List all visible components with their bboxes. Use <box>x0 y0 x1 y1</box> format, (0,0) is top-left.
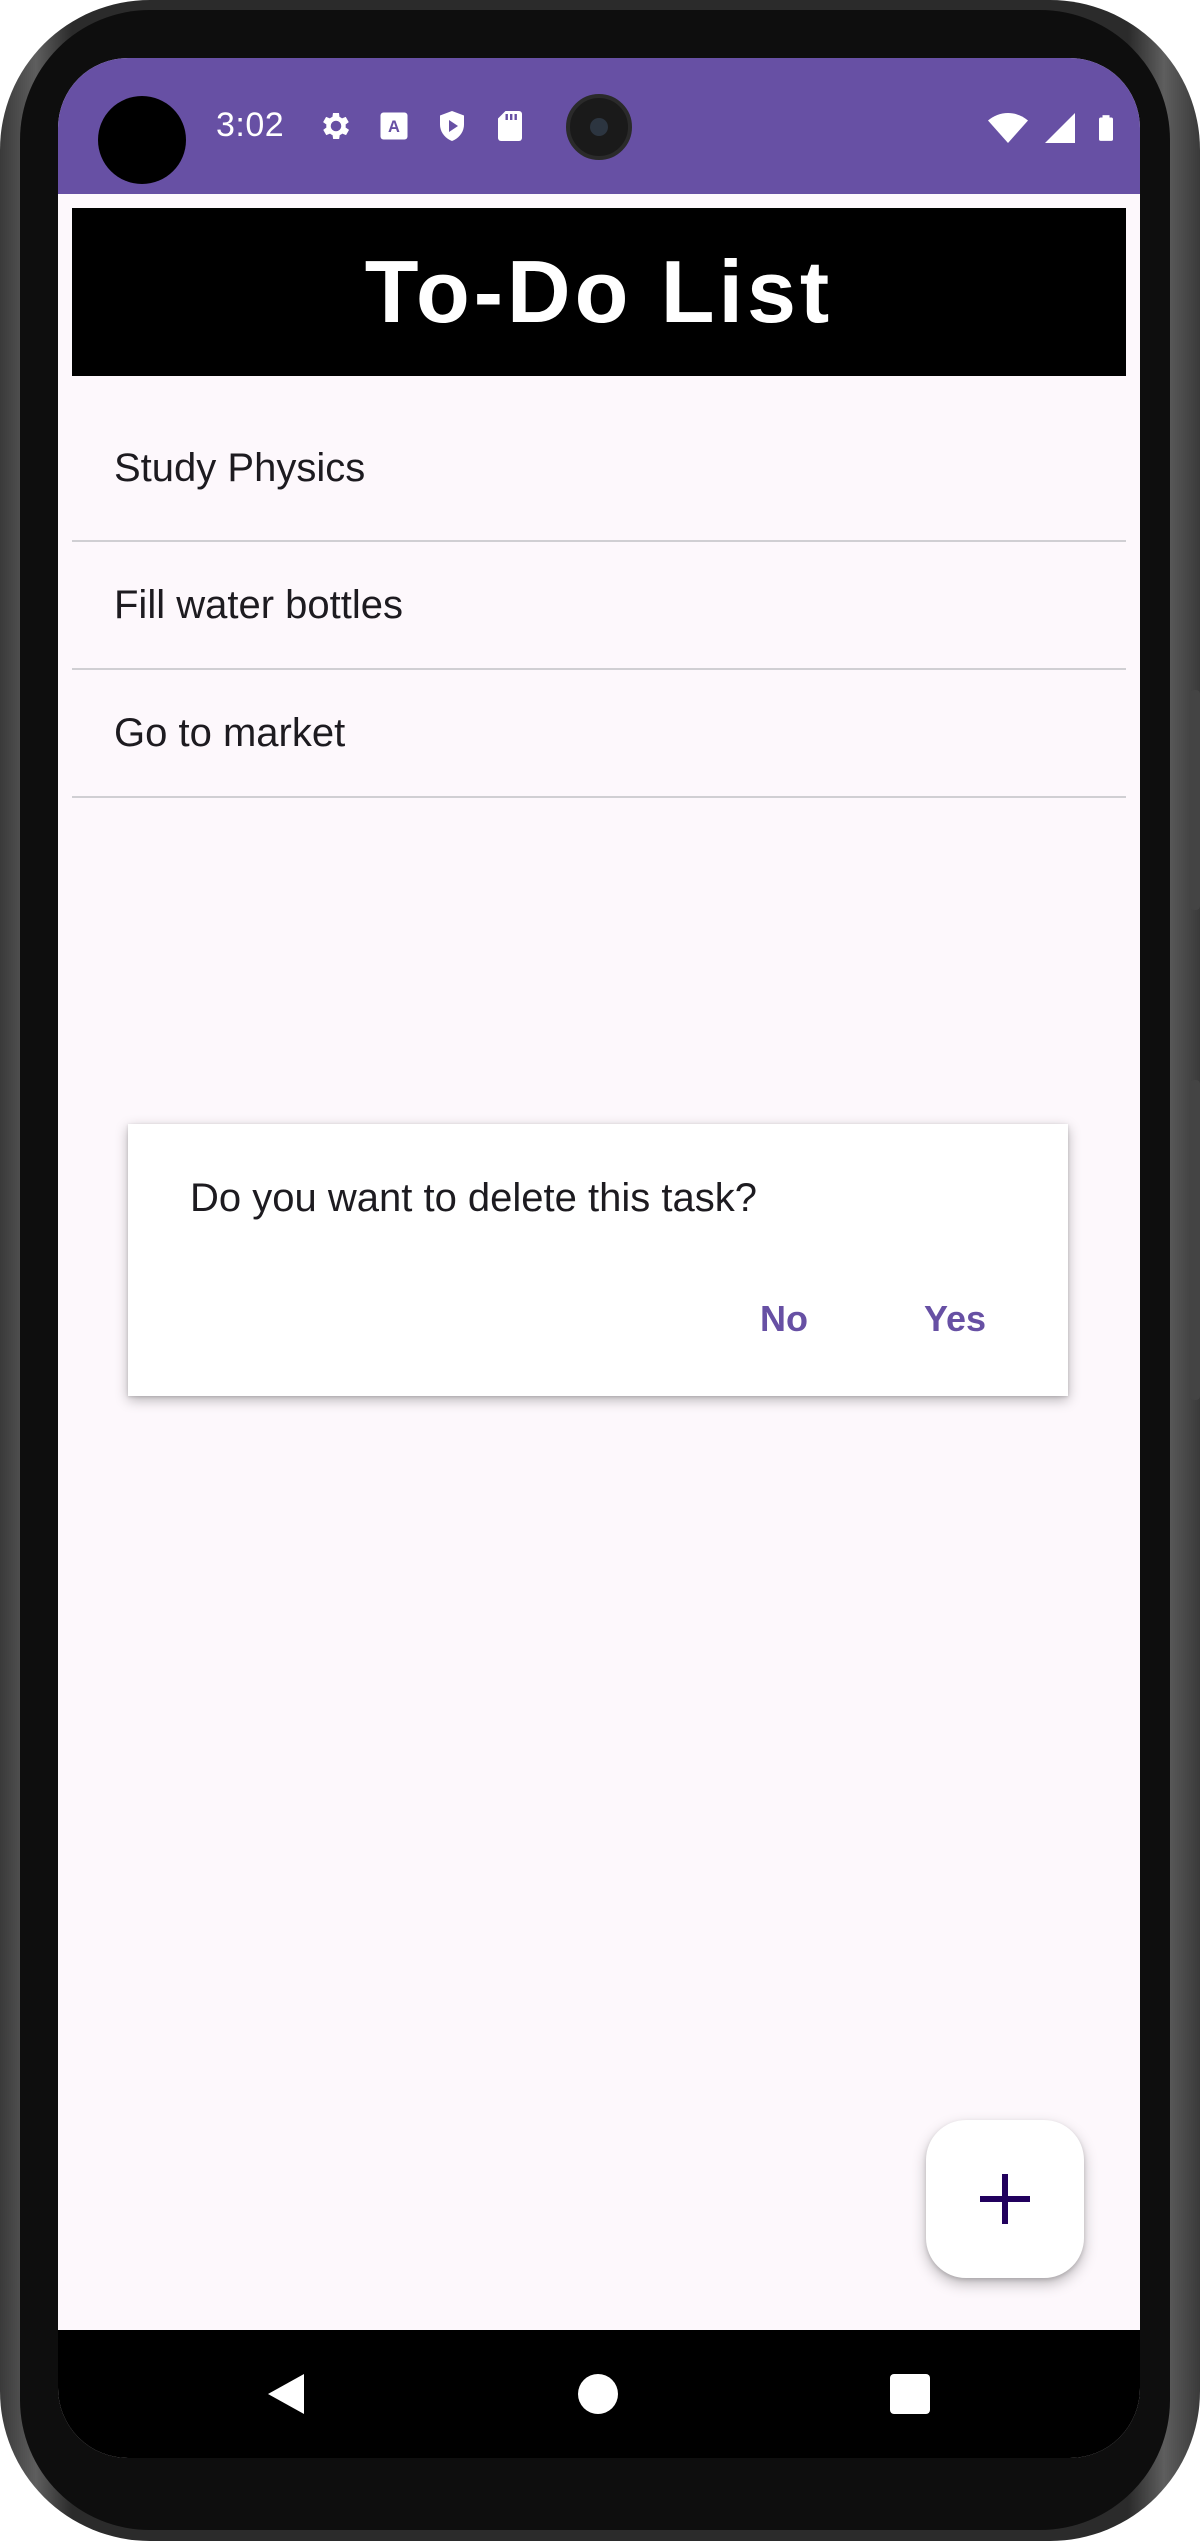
front-camera <box>566 94 632 160</box>
yes-button[interactable]: Yes <box>924 1298 986 1340</box>
recents-icon[interactable] <box>890 2374 930 2414</box>
add-task-button[interactable] <box>926 2120 1084 2278</box>
keyboard-a-icon: A <box>380 112 408 140</box>
device-screen: 3:02 A To-Do List Study Physics Fill wat… <box>58 58 1140 2458</box>
status-bar: 3:02 A <box>58 58 1140 194</box>
status-icons-left: A <box>318 108 528 144</box>
power-button <box>1190 1080 1200 1400</box>
no-button[interactable]: No <box>760 1298 808 1340</box>
home-icon[interactable] <box>578 2374 618 2414</box>
phone-frame: 3:02 A To-Do List Study Physics Fill wat… <box>0 0 1200 2541</box>
battery-icon <box>1099 115 1113 141</box>
task-label: Study Physics <box>114 445 366 490</box>
shield-icon <box>440 111 464 141</box>
signal-icon <box>1045 113 1075 143</box>
volume-button <box>1190 690 1200 910</box>
settings-icon <box>323 112 350 140</box>
svg-text:A: A <box>388 118 400 136</box>
task-list: Study Physics Fill water bottles Go to m… <box>72 396 1126 798</box>
task-item[interactable]: Fill water bottles <box>72 542 1126 670</box>
status-icons-right <box>988 108 1120 148</box>
app-title: To-Do List <box>364 242 834 341</box>
sd-card-icon <box>498 111 522 141</box>
back-icon[interactable] <box>264 2370 308 2418</box>
status-avatar-dot <box>98 96 186 184</box>
task-item[interactable]: Go to market <box>72 670 1126 798</box>
task-item[interactable]: Study Physics <box>72 396 1126 542</box>
navigation-bar <box>58 2330 1140 2458</box>
delete-confirm-dialog: Do you want to delete this task? No Yes <box>128 1124 1068 1396</box>
task-label: Go to market <box>114 710 346 755</box>
wifi-icon <box>988 113 1028 143</box>
plus-icon <box>980 2174 1030 2224</box>
task-label: Fill water bottles <box>114 582 403 627</box>
dialog-message: Do you want to delete this task? <box>190 1176 757 1220</box>
app-header: To-Do List <box>72 208 1126 376</box>
status-time: 3:02 <box>216 106 285 144</box>
